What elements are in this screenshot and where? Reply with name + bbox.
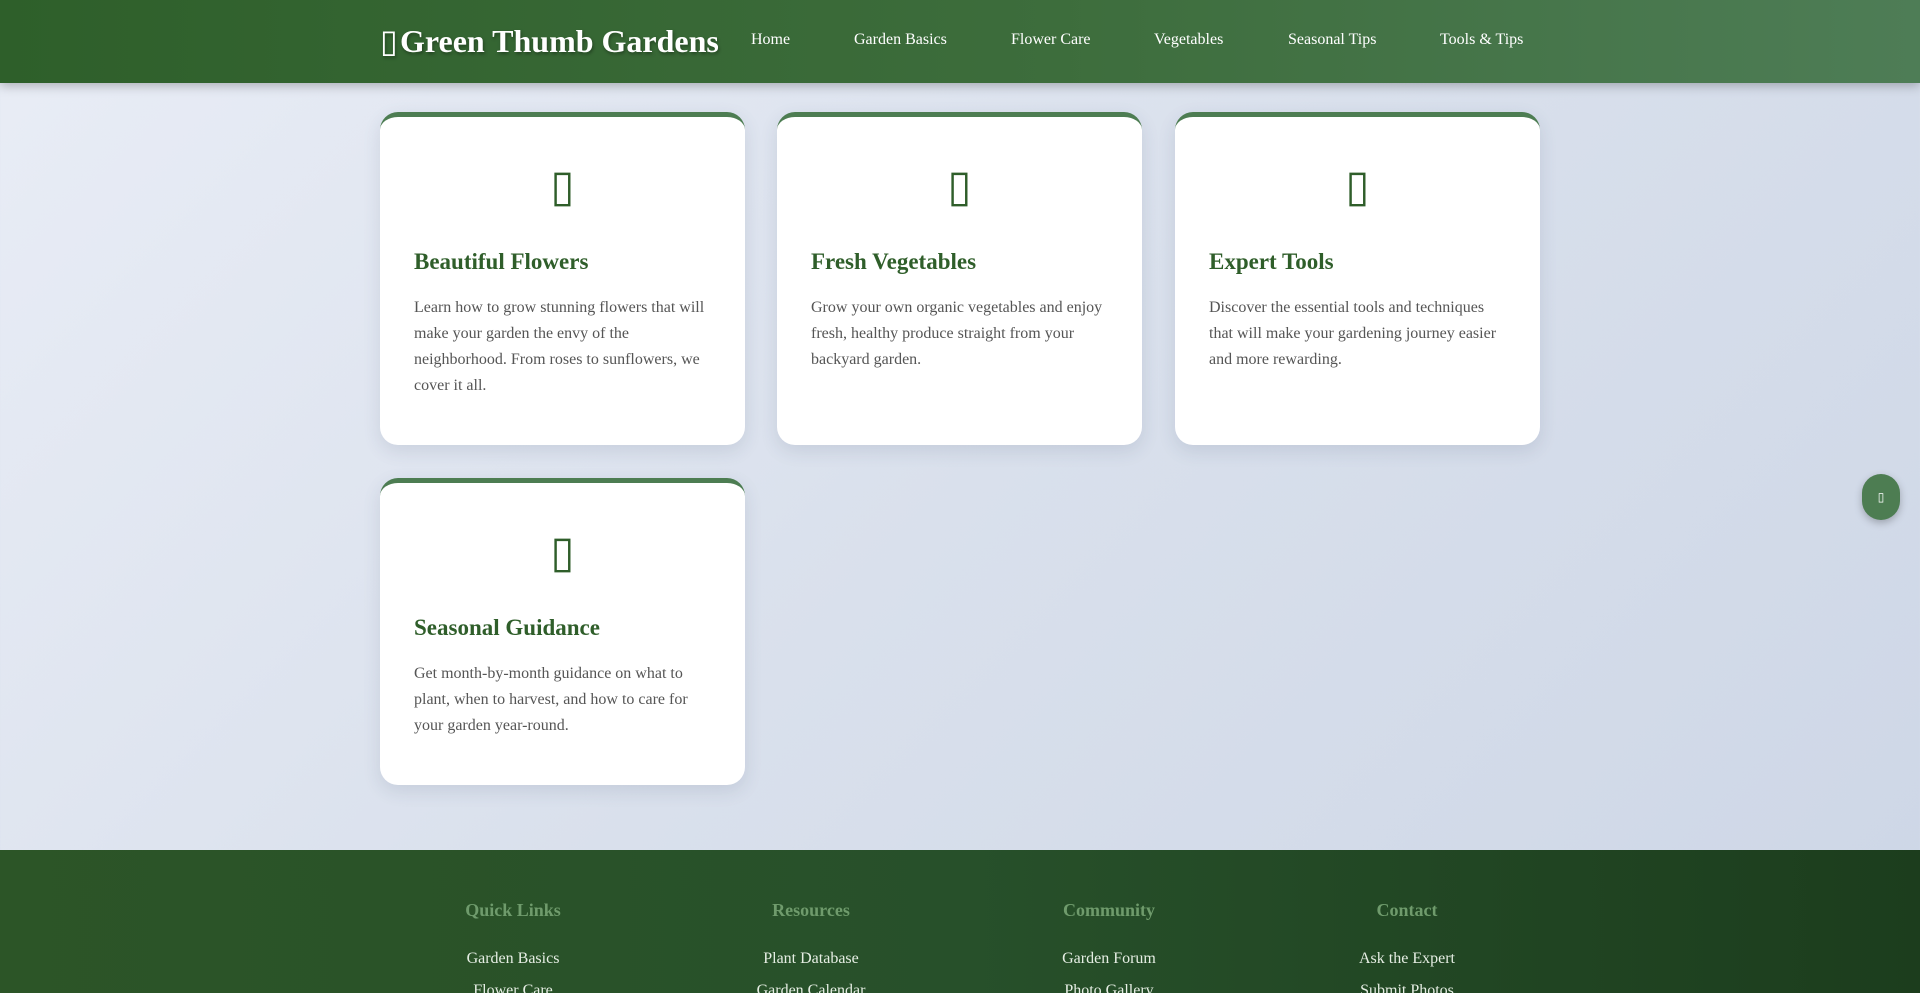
nav-flower-care[interactable]: Flower Care <box>1011 31 1091 49</box>
site-title: Green Thumb Gardens <box>400 23 719 59</box>
footer-column-quick-links: Quick Links Garden Basics Flower Care <box>393 900 633 993</box>
scroll-up-icon: ▯ <box>1877 490 1885 504</box>
vegetable-icon: ▯ <box>947 162 972 211</box>
calendar-icon: ▯ <box>550 528 575 577</box>
footer-link[interactable]: Ask the Expert <box>1287 943 1527 975</box>
footer-link[interactable]: Plant Database <box>691 943 931 975</box>
card-title: Beautiful Flowers <box>414 249 589 274</box>
tools-icon: ▯ <box>1345 162 1370 211</box>
card-description: Discover the essential tools and techniq… <box>1209 299 1497 368</box>
nav-seasonal-tips[interactable]: Seasonal Tips <box>1288 31 1376 49</box>
feature-card-seasonal[interactable]: ▯ Seasonal Guidance Get month-by-month g… <box>380 478 745 785</box>
scroll-up-button[interactable]: ▯ <box>1862 474 1900 520</box>
site-header: ▯Green Thumb Gardens Home Garden Basics … <box>0 0 1920 83</box>
footer-link[interactable]: Flower Care <box>393 975 633 993</box>
footer-column-resources: Resources Plant Database Garden Calendar <box>691 900 931 993</box>
card-description: Grow your own organic vegetables and enj… <box>811 299 1103 368</box>
footer-link[interactable]: Garden Calendar <box>691 975 931 993</box>
footer-link[interactable]: Photo Gallery <box>989 975 1229 993</box>
footer-link[interactable]: Garden Forum <box>989 943 1229 975</box>
nav-home[interactable]: Home <box>751 31 790 49</box>
card-title: Seasonal Guidance <box>414 615 600 640</box>
footer-link[interactable]: Garden Basics <box>393 943 633 975</box>
footer-heading: Quick Links <box>465 900 561 920</box>
card-title: Expert Tools <box>1209 249 1334 274</box>
site-logo[interactable]: ▯Green Thumb Gardens <box>380 22 719 60</box>
feature-card-tools[interactable]: ▯ Expert Tools Discover the essential to… <box>1175 112 1540 445</box>
nav-tools-tips[interactable]: Tools & Tips <box>1440 31 1523 49</box>
nav-garden-basics[interactable]: Garden Basics <box>854 31 947 49</box>
footer-column-community: Community Garden Forum Photo Gallery <box>989 900 1229 993</box>
card-description: Get month-by-month guidance on what to p… <box>414 665 688 734</box>
footer-heading: Resources <box>772 900 850 920</box>
nav-vegetables[interactable]: Vegetables <box>1154 31 1223 49</box>
footer-link[interactable]: Submit Photos <box>1287 975 1527 993</box>
plant-icon: ▯ <box>380 23 398 59</box>
card-description: Learn how to grow stunning flowers that … <box>414 299 705 394</box>
flower-icon: ▯ <box>550 162 575 211</box>
footer-column-contact: Contact Ask the Expert Submit Photos <box>1287 900 1527 993</box>
card-title: Fresh Vegetables <box>811 249 977 274</box>
footer-heading: Community <box>1062 900 1155 920</box>
feature-card-flowers[interactable]: ▯ Beautiful Flowers Learn how to grow st… <box>380 112 745 445</box>
site-footer: Quick Links Garden Basics Flower Care Re… <box>0 850 1920 993</box>
footer-heading: Contact <box>1376 900 1438 920</box>
feature-card-vegetables[interactable]: ▯ Fresh Vegetables Grow your own organic… <box>777 112 1142 445</box>
